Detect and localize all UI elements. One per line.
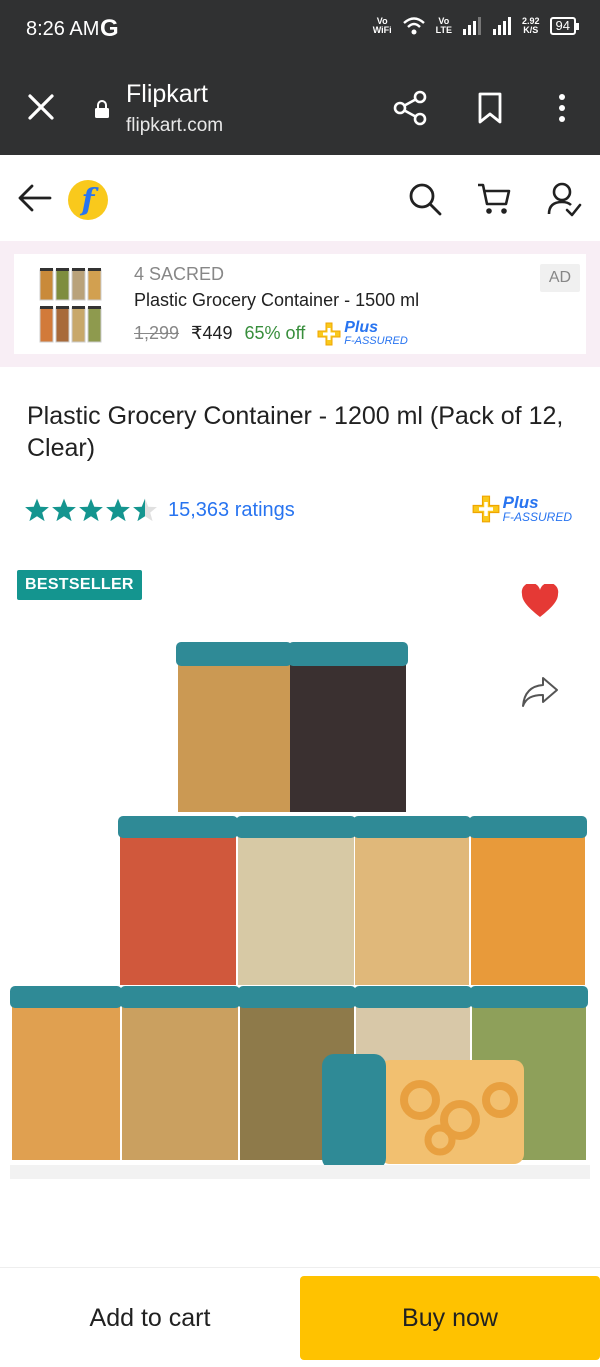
close-icon[interactable] (26, 92, 56, 122)
status-bar: 8:26 AM G Vo WiFi Vo LTE 2.92 K/S 94 (0, 0, 600, 62)
rating-stars (24, 497, 158, 523)
google-icon: G (100, 15, 119, 42)
ad-product-thumbnail (39, 268, 102, 343)
plus-assured-icon (317, 322, 341, 345)
status-indicators: Vo WiFi Vo LTE 2.92 K/S 94 (372, 16, 580, 36)
buy-now-button[interactable]: Buy now (300, 1276, 600, 1360)
product-plus-assured: Plus F-ASSURED (472, 494, 572, 523)
ad-price-line: 1,299 ₹449 65% off Plus F-ASSURED (134, 320, 408, 347)
wifi-icon (402, 17, 425, 35)
search-icon[interactable] (408, 182, 442, 216)
battery-icon: 94 (549, 17, 580, 35)
bookmark-icon[interactable] (477, 92, 503, 124)
star-icon (106, 498, 130, 522)
ad-card[interactable]: 4 SACRED Plastic Grocery Container - 150… (14, 254, 586, 354)
app-header: f (0, 155, 600, 241)
signal-icon (463, 17, 481, 35)
network-speed: 2.92 K/S (522, 16, 540, 35)
share-icon[interactable] (393, 90, 427, 126)
ratings-count[interactable]: 15,363 ratings (168, 499, 295, 522)
add-to-cart-button[interactable]: Add to cart (0, 1276, 300, 1360)
product-image[interactable] (0, 630, 600, 1190)
ad-discount: 65% off (244, 323, 306, 343)
star-icon (25, 498, 49, 522)
wishlist-heart-icon[interactable] (520, 584, 560, 620)
site-url[interactable]: flipkart.com (126, 115, 223, 137)
back-arrow-icon[interactable] (16, 181, 52, 215)
cart-icon[interactable] (476, 182, 512, 216)
product-share-icon[interactable] (520, 674, 560, 710)
product-title: Plastic Grocery Container - 1200 ml (Pac… (27, 402, 564, 462)
ad-banner: 4 SACRED Plastic Grocery Container - 150… (0, 241, 600, 367)
star-half-icon (133, 498, 157, 522)
ad-price: ₹449 (191, 323, 233, 343)
volte-icon: Vo LTE (435, 16, 452, 35)
signal-icon-2 (493, 17, 511, 35)
star-icon (79, 498, 103, 522)
ad-badge: AD (540, 264, 580, 292)
account-icon[interactable] (546, 181, 582, 217)
ad-brand: 4 SACRED (134, 264, 225, 284)
bestseller-badge: BESTSELLER (17, 570, 142, 600)
ad-original-price: 1,299 (134, 323, 180, 343)
ad-title: Plastic Grocery Container - 1500 ml (134, 290, 420, 310)
lock-icon (95, 100, 109, 118)
ad-plus-assured: Plus F-ASSURED (317, 320, 408, 347)
plus-assured-icon (472, 495, 500, 522)
vowifi-icon: Vo WiFi (372, 16, 392, 35)
rating-row: 15,363 ratings Plus F-ASSURED (24, 494, 584, 526)
more-vert-icon[interactable] (552, 92, 572, 124)
status-time: 8:26 AM (26, 18, 100, 40)
flipkart-logo[interactable]: f (68, 180, 108, 220)
star-icon (52, 498, 76, 522)
site-name: Flipkart (126, 80, 208, 108)
browser-toolbar: Flipkart flipkart.com (0, 62, 600, 155)
bottom-action-bar: Add to cart Buy now (0, 1267, 600, 1367)
